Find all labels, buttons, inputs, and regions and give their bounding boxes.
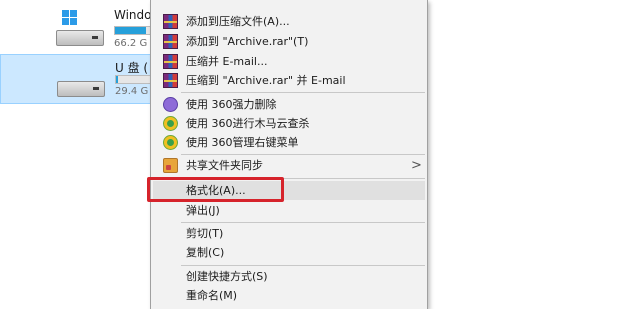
winrar-icon bbox=[163, 34, 178, 49]
drive-usage-bar bbox=[115, 75, 153, 84]
drive-size: 29.4 G bbox=[115, 86, 149, 97]
drive-name: Windo bbox=[114, 8, 152, 22]
menu-item-360-manage[interactable]: 使用 360管理右键菜单 bbox=[153, 133, 425, 152]
menu-item-label: 压缩到 "Archive.rar" 并 E-mail bbox=[186, 74, 346, 87]
drive-name: U 盘 ( bbox=[115, 61, 149, 75]
360-scan-icon bbox=[163, 116, 178, 131]
drive-usage-bar bbox=[114, 26, 152, 35]
share-sync-icon bbox=[163, 158, 178, 173]
menu-item-label: 添加到 "Archive.rar"(T) bbox=[186, 35, 309, 48]
winrar-icon bbox=[163, 54, 178, 69]
menu-item-label: 复制(C) bbox=[186, 246, 225, 259]
context-menu: 添加到压缩文件(A)... 添加到 "Archive.rar"(T) 压缩并 E… bbox=[150, 0, 428, 309]
menu-item-compress-email[interactable]: 压缩并 E-mail... bbox=[153, 52, 425, 71]
menu-item-label: 添加到压缩文件(A)... bbox=[186, 15, 290, 28]
menu-item-add-to-rar[interactable]: 添加到 "Archive.rar"(T) bbox=[153, 32, 425, 51]
menu-item-label: 剪切(T) bbox=[186, 227, 224, 240]
menu-item-360-scan[interactable]: 使用 360进行木马云查杀 bbox=[153, 114, 425, 133]
menu-item-rename[interactable]: 重命名(M) bbox=[153, 286, 425, 305]
menu-item-label: 重命名(M) bbox=[186, 289, 238, 302]
winrar-icon bbox=[163, 14, 178, 29]
chevron-right-icon: > bbox=[411, 158, 422, 173]
highlight-annotation-box bbox=[147, 177, 284, 202]
menu-item-share-sync[interactable]: 共享文件夹同步 > bbox=[153, 156, 425, 175]
menu-item-eject[interactable]: 弹出(J) bbox=[153, 201, 425, 220]
menu-item-copy[interactable]: 复制(C) bbox=[153, 243, 425, 262]
menu-separator bbox=[181, 222, 425, 223]
winrar-icon bbox=[163, 73, 178, 88]
usb-drive-icon bbox=[57, 75, 105, 97]
menu-item-cut[interactable]: 剪切(T) bbox=[153, 224, 425, 243]
menu-item-label: 弹出(J) bbox=[186, 204, 220, 217]
menu-separator bbox=[181, 154, 425, 155]
menu-item-create-shortcut[interactable]: 创建快捷方式(S) bbox=[153, 267, 425, 286]
360-manage-icon bbox=[163, 135, 178, 150]
menu-item-label: 使用 360强力删除 bbox=[186, 98, 277, 111]
menu-item-360-shred[interactable]: 使用 360强力删除 bbox=[153, 95, 425, 114]
menu-item-add-to-archive[interactable]: 添加到压缩文件(A)... bbox=[153, 12, 425, 31]
menu-item-label: 压缩并 E-mail... bbox=[186, 55, 268, 68]
windows-logo-icon bbox=[62, 10, 78, 26]
drive-usb[interactable]: U 盘 ( 29.4 G bbox=[0, 54, 160, 104]
drive-size: 66.2 G bbox=[114, 38, 148, 49]
hard-drive-icon bbox=[56, 10, 104, 46]
menu-item-label: 使用 360管理右键菜单 bbox=[186, 136, 299, 149]
menu-item-label: 使用 360进行木马云查杀 bbox=[186, 117, 310, 130]
menu-item-compress-rar-email[interactable]: 压缩到 "Archive.rar" 并 E-mail bbox=[153, 71, 425, 90]
menu-item-label: 创建快捷方式(S) bbox=[186, 270, 268, 283]
menu-separator bbox=[181, 265, 425, 266]
drive-windows[interactable]: Windo 66.2 G bbox=[0, 6, 160, 56]
menu-item-label: 共享文件夹同步 bbox=[186, 159, 263, 172]
360-shred-icon bbox=[163, 97, 178, 112]
menu-separator bbox=[181, 92, 425, 93]
